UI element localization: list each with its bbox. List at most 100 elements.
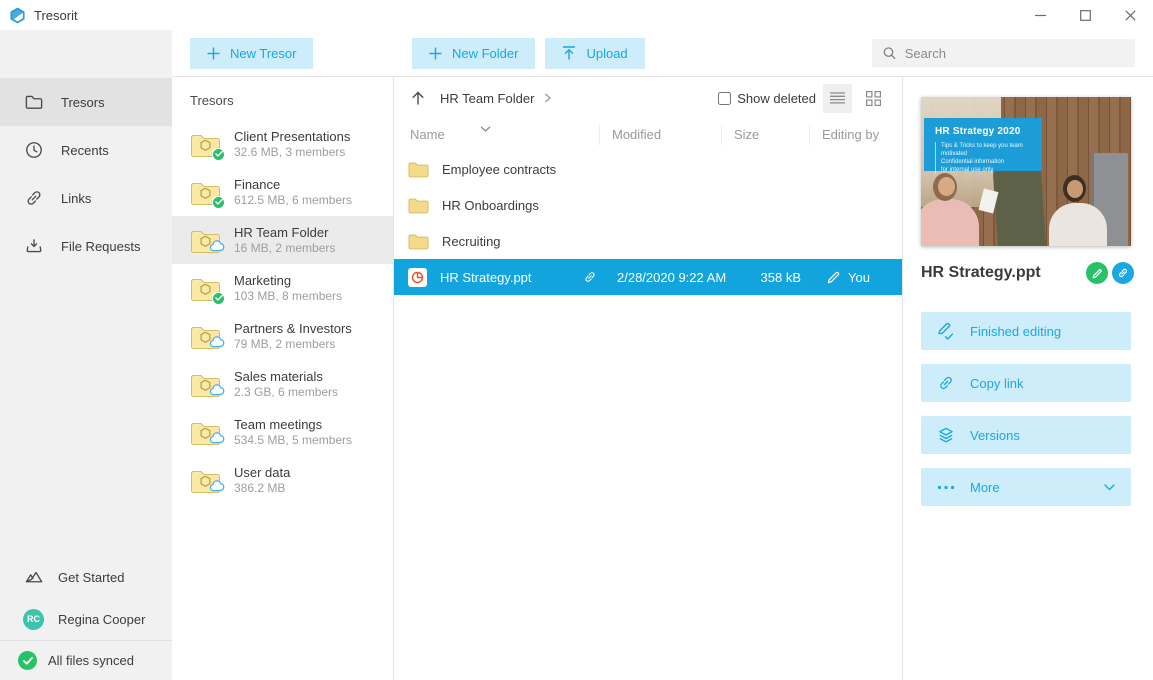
tresors-panel-header: Tresors bbox=[172, 93, 393, 108]
finished-editing-label: Finished editing bbox=[970, 324, 1061, 339]
details-panel: HR Strategy 2020 Tips & Tricks to keep y… bbox=[903, 77, 1153, 680]
grid-view-button[interactable] bbox=[859, 84, 888, 113]
file-row-recruiting[interactable]: Recruiting bbox=[394, 223, 902, 259]
show-deleted-checkbox[interactable] bbox=[718, 92, 731, 105]
editing-status-badge[interactable] bbox=[1086, 262, 1108, 284]
file-title-row: HR Strategy.ppt bbox=[921, 261, 1134, 285]
upload-button[interactable]: Upload bbox=[545, 38, 644, 69]
tresor-item-sales-materials[interactable]: Sales materials 2.3 GB, 6 members bbox=[172, 360, 393, 408]
grid-view-icon bbox=[866, 91, 881, 106]
sidebar-item-links[interactable]: Links bbox=[0, 174, 172, 222]
sidebar-item-recents[interactable]: Recents bbox=[0, 126, 172, 174]
file-request-icon bbox=[24, 236, 44, 256]
preview-person-face bbox=[1067, 180, 1083, 198]
user-name: Regina Cooper bbox=[58, 612, 145, 627]
sidebar-item-tresors[interactable]: Tresors bbox=[0, 78, 172, 126]
close-button[interactable] bbox=[1108, 0, 1153, 30]
tresor-folder-icon bbox=[190, 132, 221, 157]
more-button[interactable]: More bbox=[921, 468, 1131, 506]
folder-icon bbox=[408, 197, 429, 214]
toolbar: New Tresor New Folder Upload bbox=[172, 30, 1153, 77]
synced-badge-icon bbox=[212, 292, 225, 305]
tresor-name: Partners & Investors bbox=[234, 321, 352, 337]
tresor-item-hr-team-folder[interactable]: HR Team Folder 16 MB, 2 members bbox=[172, 216, 393, 264]
tresor-folder-icon bbox=[190, 468, 221, 493]
tresor-item-finance[interactable]: Finance 612.5 MB, 6 members bbox=[172, 168, 393, 216]
file-preview-thumbnail[interactable]: HR Strategy 2020 Tips & Tricks to keep y… bbox=[921, 97, 1131, 246]
tresor-folder-icon bbox=[190, 372, 221, 397]
sync-statusbar[interactable]: All files synced bbox=[0, 640, 172, 680]
column-size[interactable]: Size bbox=[721, 125, 809, 145]
tresor-meta: 103 MB, 8 members bbox=[234, 289, 342, 303]
tresor-name: HR Team Folder bbox=[234, 225, 335, 241]
tresor-item-team-meetings[interactable]: Team meetings 534.5 MB, 5 members bbox=[172, 408, 393, 456]
finished-editing-button[interactable]: Finished editing bbox=[921, 312, 1131, 350]
file-editing-by: You bbox=[848, 270, 870, 285]
new-folder-button[interactable]: New Folder bbox=[412, 38, 535, 69]
tresor-name: User data bbox=[234, 465, 290, 481]
tresor-folder-icon bbox=[190, 276, 221, 301]
avatar: RC bbox=[23, 609, 44, 630]
copy-link-button[interactable]: Copy link bbox=[921, 364, 1131, 402]
new-folder-label: New Folder bbox=[452, 46, 518, 61]
search-input[interactable] bbox=[905, 46, 1124, 61]
breadcrumb[interactable]: HR Team Folder bbox=[440, 91, 534, 106]
list-view-button[interactable] bbox=[823, 84, 852, 113]
tresor-meta: 79 MB, 2 members bbox=[234, 337, 352, 351]
file-row-employee-contracts[interactable]: Employee contracts bbox=[394, 151, 902, 187]
versions-label: Versions bbox=[970, 428, 1020, 443]
tresor-name: Client Presentations bbox=[234, 129, 350, 145]
maximize-button[interactable] bbox=[1063, 0, 1108, 30]
chevron-down-icon bbox=[1104, 484, 1115, 491]
tresor-meta: 32.6 MB, 3 members bbox=[234, 145, 350, 159]
sidebar-item-label: Links bbox=[61, 191, 91, 206]
get-started-link[interactable]: Get Started bbox=[0, 556, 172, 598]
search-icon bbox=[883, 46, 896, 60]
preview-person-face bbox=[938, 177, 955, 196]
chevron-right-icon bbox=[544, 93, 551, 103]
tresor-item-client-presentations[interactable]: Client Presentations 32.6 MB, 3 members bbox=[172, 120, 393, 168]
sidebar-item-label: Recents bbox=[61, 143, 109, 158]
tresor-meta: 534.5 MB, 5 members bbox=[234, 433, 352, 447]
folder-icon bbox=[24, 92, 44, 112]
file-panel: HR Team Folder Show deleted bbox=[394, 77, 903, 680]
app-title: Tresorit bbox=[34, 8, 78, 23]
file-row-hr-onboardings[interactable]: HR Onboardings bbox=[394, 187, 902, 223]
up-arrow-icon[interactable] bbox=[410, 90, 426, 106]
synced-badge-icon bbox=[212, 148, 225, 161]
tresor-item-marketing[interactable]: Marketing 103 MB, 8 members bbox=[172, 264, 393, 312]
sync-status-label: All files synced bbox=[48, 653, 134, 668]
show-deleted-toggle[interactable]: Show deleted bbox=[718, 91, 816, 106]
show-deleted-label: Show deleted bbox=[737, 91, 816, 106]
tresor-name: Finance bbox=[234, 177, 352, 193]
file-rows: Employee contracts HR Onboardings bbox=[394, 151, 902, 680]
minimize-button[interactable] bbox=[1018, 0, 1063, 30]
tresor-name: Team meetings bbox=[234, 417, 352, 433]
cloud-badge-icon bbox=[209, 479, 225, 497]
versions-button[interactable]: Versions bbox=[921, 416, 1131, 454]
tresor-item-partners-investors[interactable]: Partners & Investors 79 MB, 2 members bbox=[172, 312, 393, 360]
column-editing-by[interactable]: Editing by bbox=[809, 125, 902, 145]
clock-icon bbox=[24, 140, 44, 160]
file-row-hr-strategy[interactable]: HR Strategy.ppt 2/28/2020 9:22 AM 358 kB bbox=[394, 259, 902, 295]
sidebar-item-file-requests[interactable]: File Requests bbox=[0, 222, 172, 270]
upload-label: Upload bbox=[586, 46, 627, 61]
preview-slide-overlay: HR Strategy 2020 Tips & Tricks to keep y… bbox=[924, 118, 1042, 171]
column-name[interactable]: Name bbox=[394, 125, 599, 145]
new-tresor-button[interactable]: New Tresor bbox=[190, 38, 313, 69]
file-panel-header-right: Show deleted bbox=[718, 84, 888, 113]
file-size: 358 kB bbox=[727, 270, 815, 285]
sidebar-bottom: Get Started RC Regina Cooper bbox=[0, 556, 172, 640]
sidebar: Tresors Recents Links bbox=[0, 30, 172, 680]
column-modified[interactable]: Modified bbox=[599, 125, 721, 145]
link-status-badge[interactable] bbox=[1112, 262, 1134, 284]
get-started-label: Get Started bbox=[58, 570, 124, 585]
tresor-folder-icon bbox=[190, 180, 221, 205]
tresor-item-user-data[interactable]: User data 386.2 MB bbox=[172, 456, 393, 504]
search-box[interactable] bbox=[872, 39, 1135, 67]
file-name: Recruiting bbox=[442, 234, 501, 249]
tresors-panel: Tresors Client Presentations 32.6 MB, 3 … bbox=[172, 77, 394, 680]
user-account[interactable]: RC Regina Cooper bbox=[0, 598, 172, 640]
plus-icon bbox=[207, 47, 220, 60]
copy-link-label: Copy link bbox=[970, 376, 1023, 391]
